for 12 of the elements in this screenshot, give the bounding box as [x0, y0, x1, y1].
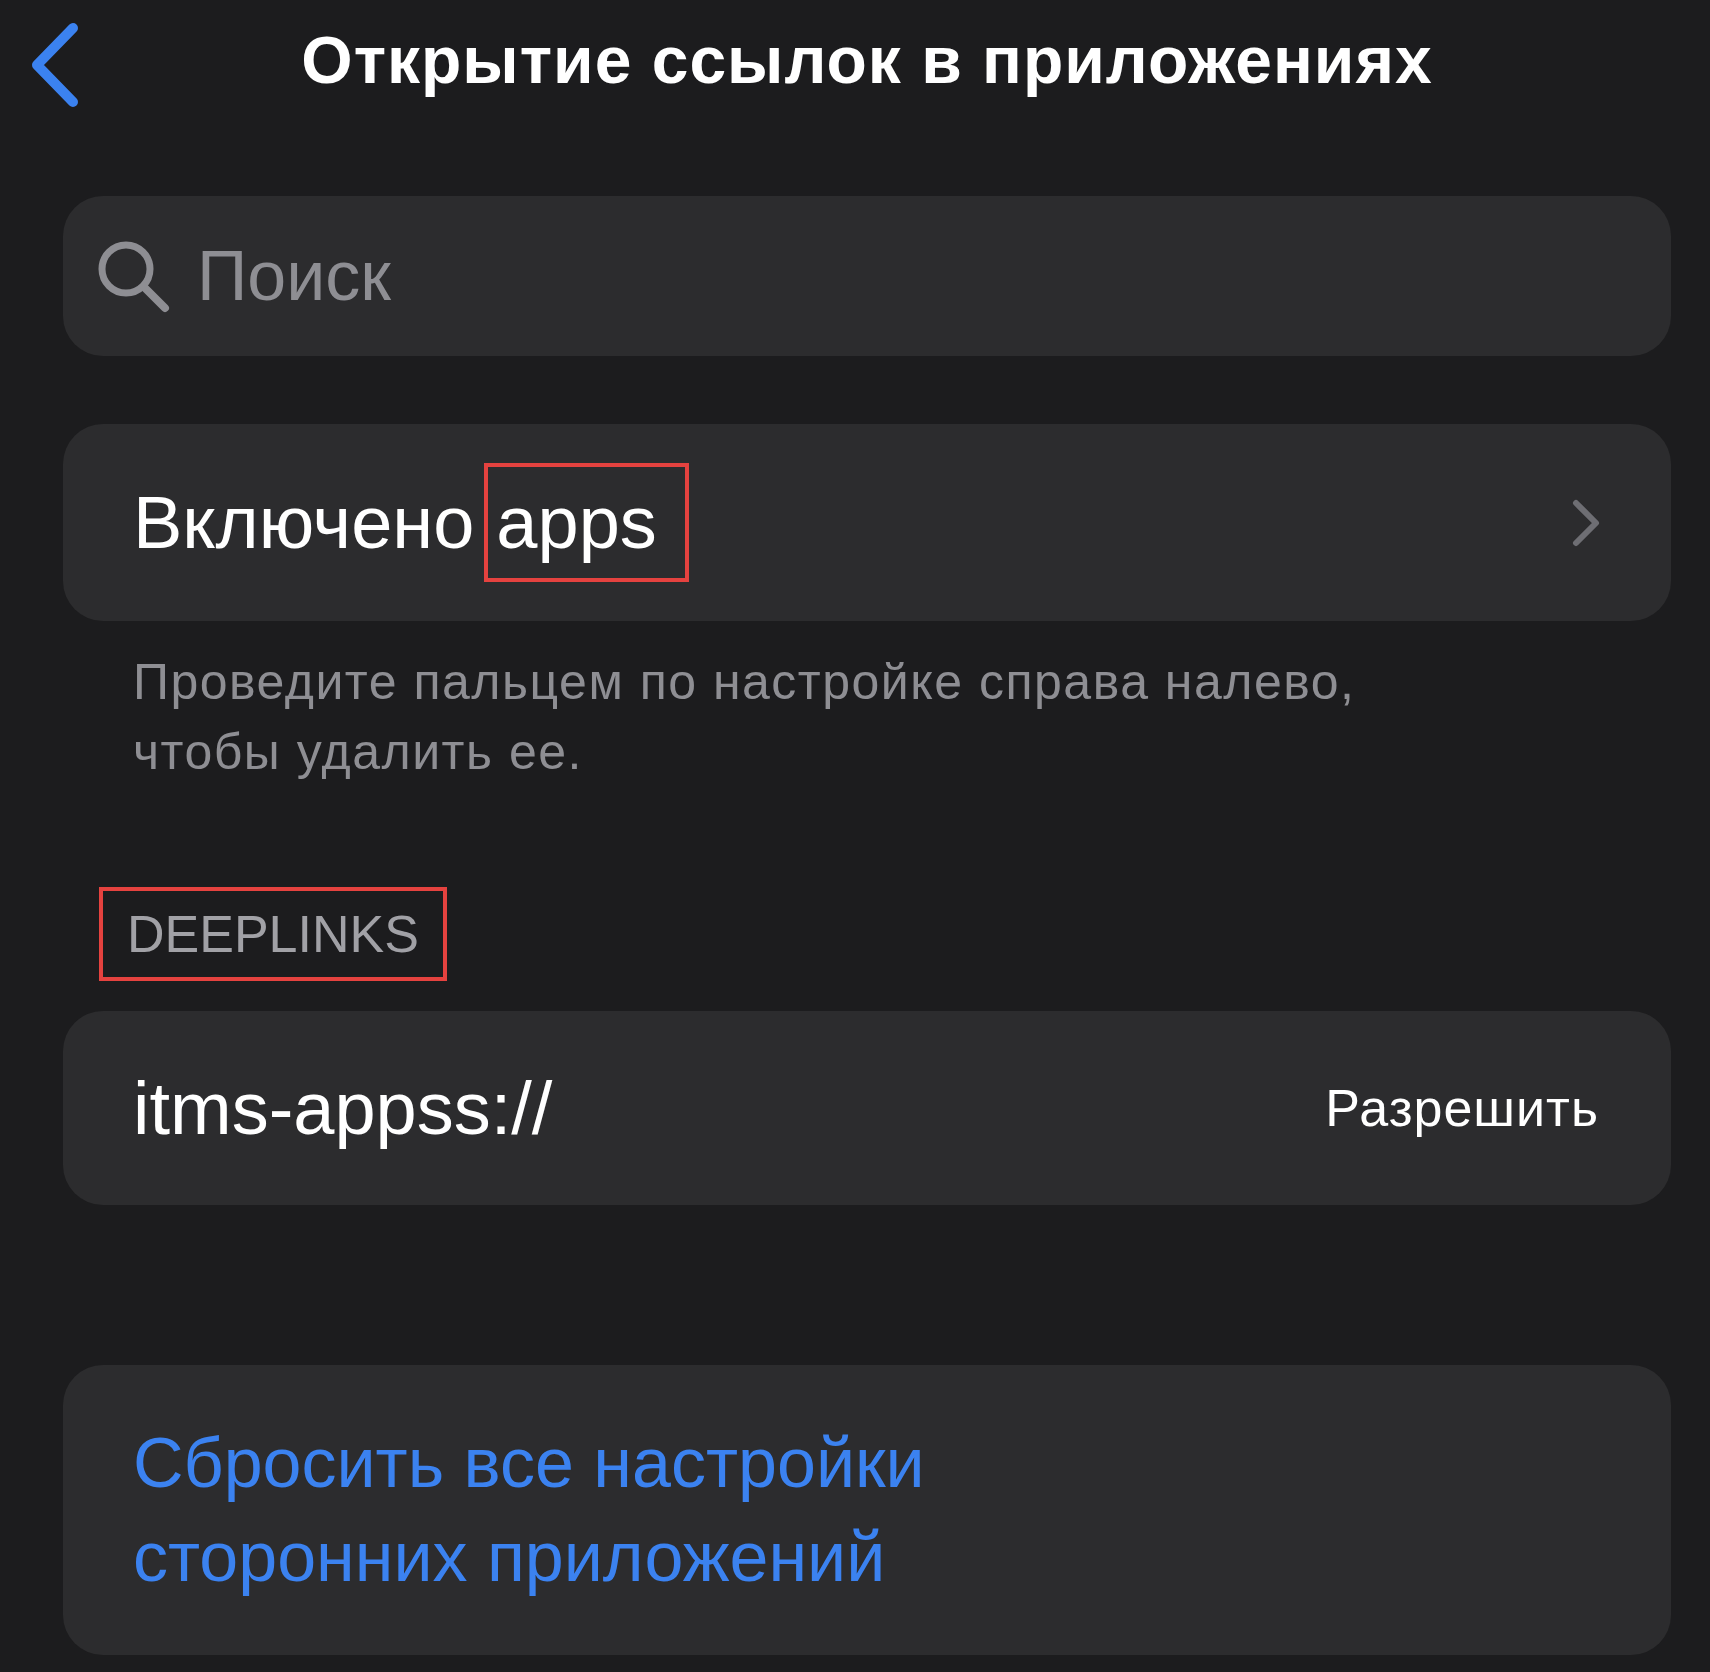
chevron-icon	[1571, 497, 1601, 548]
search-field[interactable]: Поиск	[63, 196, 1671, 356]
search-input[interactable]: Поиск	[195, 222, 1495, 330]
section-header: DEEPLINKS	[99, 887, 447, 981]
reset-button[interactable]: Сбросить все настройки сторонних приложений	[133, 1415, 1083, 1605]
page-title: Открытие ссылок в приложениях	[301, 22, 1433, 97]
footer-note: Проведите пальцем по настройке справа налево, чтобы удалить ее.	[132, 653, 1357, 782]
settings-row[interactable]: Включено apps	[63, 424, 1671, 621]
highlighted-value: apps	[484, 463, 689, 582]
row-label: Включено	[133, 480, 475, 566]
allow-button[interactable]: Разрешить	[1325, 1069, 1599, 1147]
deeplink-scheme: itms-appss://	[133, 1065, 553, 1152]
